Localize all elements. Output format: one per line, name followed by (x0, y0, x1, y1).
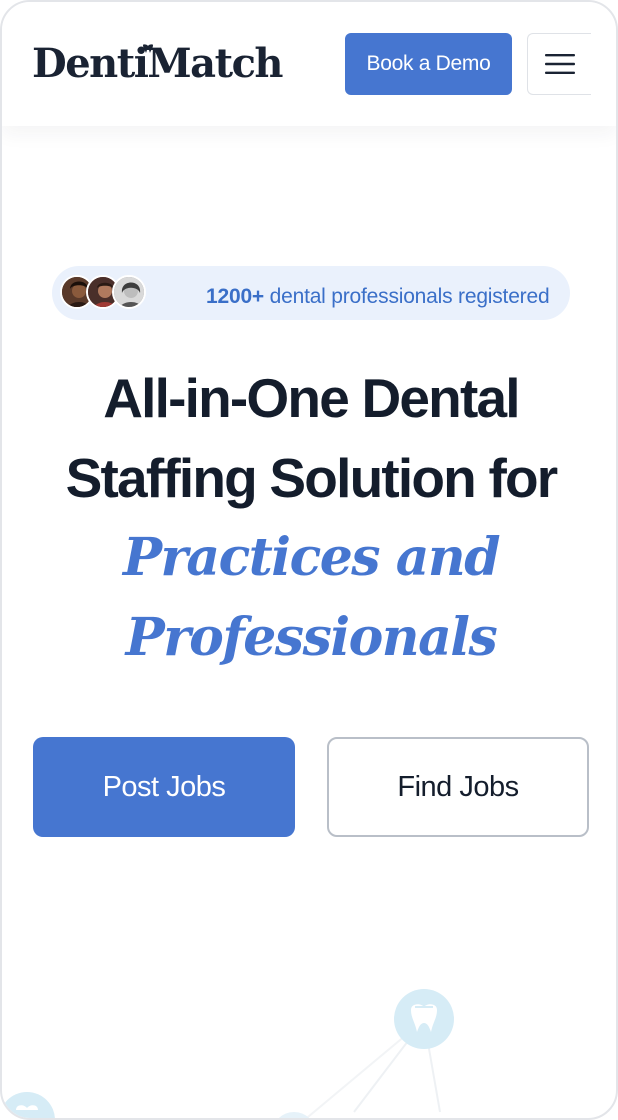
decorative-network-graphic (2, 989, 454, 1118)
book-demo-button[interactable]: Book a Demo (345, 33, 512, 95)
page-frame: DentiMatch Book a Demo 1200+ dental prof… (0, 0, 618, 1120)
tooth-node-icon (2, 1092, 55, 1118)
hamburger-menu-icon (544, 54, 575, 74)
tooth-node-icon (394, 989, 454, 1049)
find-jobs-button[interactable]: Find Jobs (327, 737, 589, 837)
site-header: DentiMatch Book a Demo (2, 2, 616, 126)
social-proof-badge: 1200+ dental professionals registered (52, 266, 570, 320)
tooth-logo-icon (143, 44, 153, 53)
logo-text: DentiMatch (32, 40, 284, 87)
hero-line-1: All-in-One Dental (103, 367, 520, 429)
registered-count: 1200+ (206, 285, 264, 308)
registered-label: dental professionals registered (269, 285, 550, 308)
post-jobs-button[interactable]: Post Jobs (33, 737, 295, 837)
hero-line-2: Staffing Solution for (65, 447, 559, 509)
logo[interactable]: DentiMatch (32, 38, 284, 90)
avatar (112, 275, 146, 309)
registered-count-text: 1200+ dental professionals registered (206, 266, 550, 320)
hero-accent-line-1: Practices and (122, 527, 501, 588)
menu-button[interactable] (527, 33, 591, 95)
hero-accent-line-2: Professionals (125, 607, 498, 668)
hero-heading: All-in-One Dental Staffing Solution for … (2, 358, 616, 678)
